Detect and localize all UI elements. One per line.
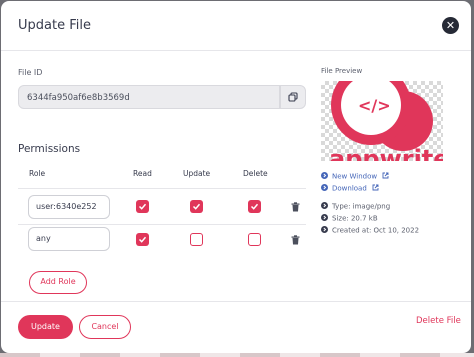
external-link-icon — [372, 184, 379, 193]
file-preview-label: File Preview — [321, 67, 363, 75]
update-file-modal: Update File ✕ File ID 6344fa950af6e8b356… — [1, 1, 471, 353]
column-header-read: Read — [133, 169, 152, 178]
role-input[interactable]: any — [28, 227, 110, 251]
file-id-field[interactable]: 6344fa950af6e8b3569d — [18, 85, 280, 109]
delete-checkbox[interactable] — [248, 233, 261, 246]
update-button[interactable]: Update — [18, 315, 73, 339]
file-type-info: Type: image/png — [321, 202, 390, 211]
appwrite-logo-image: </> appwrite — [329, 81, 443, 161]
role-input[interactable]: user:6340e252 — [28, 195, 110, 219]
file-created-text: Created at: Oct 10, 2022 — [332, 226, 420, 235]
column-header-delete: Delete — [243, 169, 268, 178]
file-size-info: Size: 20.7 kB — [321, 214, 378, 223]
svg-text:appwrite: appwrite — [329, 145, 443, 161]
header-row-divider — [18, 188, 306, 189]
download-link[interactable]: Download — [321, 184, 383, 193]
footer-divider — [1, 301, 471, 302]
trash-icon[interactable] — [291, 202, 300, 212]
svg-text:</>: </> — [358, 96, 391, 115]
new-window-label: New Window — [332, 172, 378, 181]
update-checkbox[interactable] — [190, 200, 203, 213]
column-header-role: Role — [29, 169, 46, 178]
file-type-text: Type: image/png — [332, 202, 391, 211]
read-checkbox[interactable] — [136, 200, 149, 213]
chevron-right-icon — [321, 184, 328, 193]
delete-checkbox[interactable] — [248, 200, 261, 213]
modal-title: Update File — [18, 18, 91, 33]
header-divider — [1, 50, 471, 51]
new-window-link[interactable]: New Window — [321, 172, 393, 181]
background-strip — [0, 353, 474, 357]
cancel-button[interactable]: Cancel — [79, 315, 131, 339]
chevron-right-icon — [321, 172, 328, 181]
chevron-right-icon — [321, 226, 328, 235]
chevron-right-icon — [321, 202, 328, 211]
add-role-button[interactable]: Add Role — [29, 271, 87, 294]
chevron-right-icon — [321, 214, 328, 223]
trash-icon[interactable] — [291, 235, 300, 245]
external-link-icon — [382, 172, 389, 181]
file-id-label: File ID — [18, 68, 43, 77]
copy-icon — [288, 92, 298, 102]
permissions-title: Permissions — [18, 143, 81, 155]
file-preview-image: </> appwrite — [321, 81, 443, 161]
close-icon[interactable]: ✕ — [442, 17, 459, 34]
update-checkbox[interactable] — [190, 233, 203, 246]
file-size-text: Size: 20.7 kB — [332, 214, 378, 223]
file-created-info: Created at: Oct 10, 2022 — [321, 226, 419, 235]
read-checkbox[interactable] — [136, 233, 149, 246]
row-divider — [18, 224, 306, 225]
column-header-update: Update — [183, 169, 211, 178]
copy-button[interactable] — [280, 85, 306, 109]
download-label: Download — [332, 184, 367, 193]
delete-file-button[interactable]: Delete File — [416, 316, 461, 326]
